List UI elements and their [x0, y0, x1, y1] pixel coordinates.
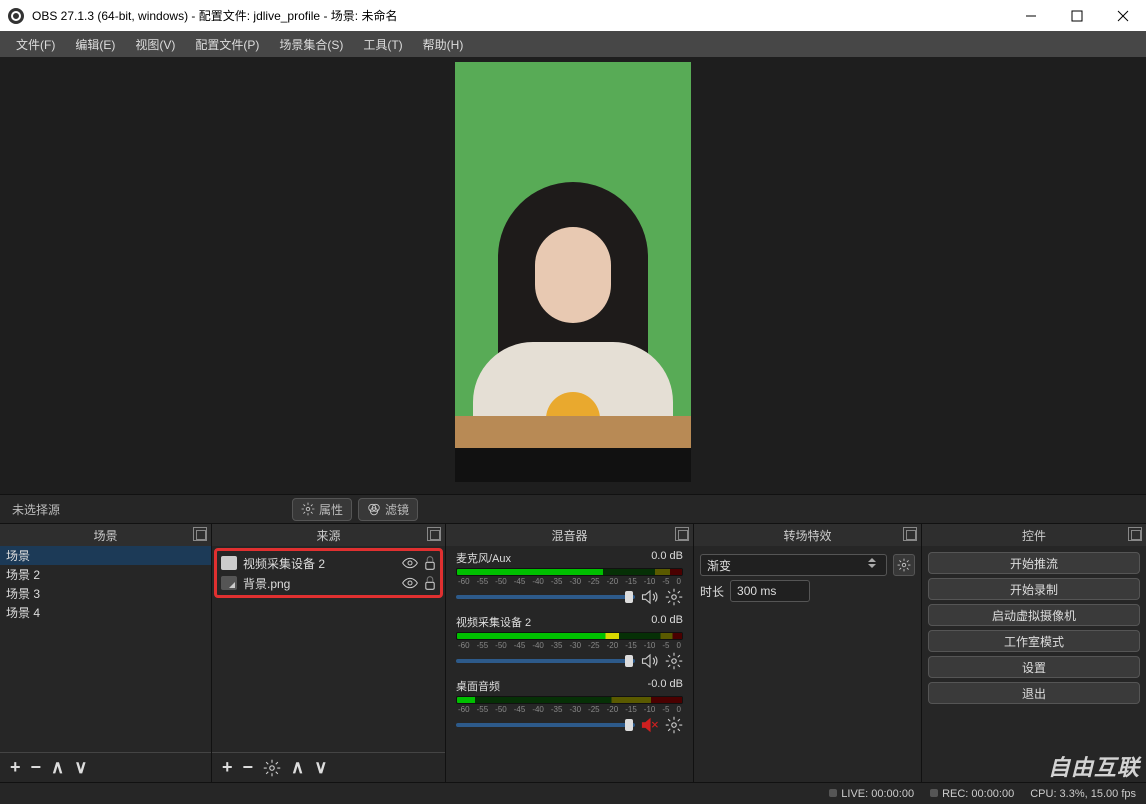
menu-view[interactable]: 视图(V) — [125, 36, 185, 53]
popout-icon[interactable] — [1128, 527, 1142, 541]
transition-settings-button[interactable] — [893, 554, 915, 576]
control-button[interactable]: 开始推流 — [928, 552, 1140, 574]
properties-button[interactable]: 属性 — [292, 498, 352, 521]
control-button[interactable]: 设置 — [928, 656, 1140, 678]
camera-icon — [221, 556, 237, 570]
watermark: 自由互联 — [1048, 750, 1140, 782]
menu-scenes[interactable]: 场景集合(S) — [269, 36, 353, 53]
volume-meter — [456, 632, 683, 640]
duration-label: 时长 — [700, 583, 724, 600]
sources-panel: 来源 视频采集设备 2 背景.png + − ∧ — [212, 524, 446, 782]
menu-profile[interactable]: 配置文件(P) — [185, 36, 269, 53]
popout-icon[interactable] — [903, 527, 917, 541]
control-button[interactable]: 退出 — [928, 682, 1140, 704]
mixer-channel: 麦克风/Aux0.0 dB -60-55-50-45-40-35-30-25-2… — [456, 550, 683, 606]
control-button[interactable]: 开始录制 — [928, 578, 1140, 600]
scene-item[interactable]: 场景 3 — [0, 584, 211, 603]
title-bar: OBS 27.1.3 (64-bit, windows) - 配置文件: jdl… — [0, 0, 1146, 31]
rec-dot-icon — [930, 789, 938, 797]
status-bar: LIVE: 00:00:00 REC: 00:00:00 CPU: 3.3%, … — [0, 782, 1146, 804]
image-icon — [221, 576, 237, 590]
remove-scene-button[interactable]: − — [31, 757, 42, 778]
remove-source-button[interactable]: − — [243, 757, 254, 778]
control-button[interactable]: 启动虚拟摄像机 — [928, 604, 1140, 626]
lock-icon[interactable] — [424, 556, 436, 570]
visibility-icon[interactable] — [402, 557, 418, 569]
add-scene-button[interactable]: + — [10, 757, 21, 778]
channel-settings-button[interactable] — [665, 652, 683, 670]
no-source-label: 未选择源 — [0, 501, 72, 518]
visibility-icon[interactable] — [402, 577, 418, 589]
move-down-button[interactable]: ∨ — [314, 757, 327, 778]
duration-spin[interactable]: 300 ms — [730, 580, 810, 602]
source-toolbar: 未选择源 属性 滤镜 — [0, 494, 1146, 524]
scene-item[interactable]: 场景 4 — [0, 603, 211, 622]
scene-item[interactable]: 场景 2 — [0, 565, 211, 584]
preview-area[interactable] — [0, 57, 1146, 494]
mixer-header: 混音器 — [446, 524, 693, 546]
scenes-list[interactable]: 场景 场景 2 场景 3 场景 4 — [0, 546, 211, 752]
channel-settings-button[interactable] — [665, 588, 683, 606]
minimize-button[interactable] — [1008, 0, 1054, 31]
add-source-button[interactable]: + — [222, 757, 233, 778]
channel-db: 0.0 dB — [651, 614, 683, 630]
scenes-panel: 场景 场景 场景 2 场景 3 场景 4 + − ∧ ∨ — [0, 524, 212, 782]
mixer-panel: 混音器 麦克风/Aux0.0 dB -60-55-50-45-40-35-30-… — [446, 524, 694, 782]
volume-slider[interactable] — [456, 659, 635, 663]
scene-item[interactable]: 场景 — [0, 546, 211, 565]
status-live: LIVE: 00:00:00 — [841, 788, 914, 800]
control-button[interactable]: 工作室模式 — [928, 630, 1140, 652]
source-item[interactable]: 背景.png — [219, 573, 438, 593]
channel-db: 0.0 dB — [651, 550, 683, 566]
menu-help[interactable]: 帮助(H) — [413, 36, 474, 53]
channel-name: 麦克风/Aux — [456, 550, 511, 566]
app-icon — [8, 8, 24, 24]
mute-button[interactable] — [641, 716, 659, 734]
controls-panel: 控件 开始推流开始录制启动虚拟摄像机工作室模式设置退出 — [922, 524, 1146, 782]
transitions-panel: 转场特效 渐变 时长 300 ms — [694, 524, 922, 782]
popout-icon[interactable] — [675, 527, 689, 541]
menu-edit[interactable]: 编辑(E) — [65, 36, 125, 53]
docks: 场景 场景 场景 2 场景 3 场景 4 + − ∧ ∨ 来源 视频采集设备 2 — [0, 524, 1146, 782]
mixer-channel: 桌面音频-0.0 dB -60-55-50-45-40-35-30-25-20-… — [456, 678, 683, 734]
status-rec: REC: 00:00:00 — [942, 788, 1014, 800]
mute-button[interactable] — [641, 652, 659, 670]
controls-header: 控件 — [922, 524, 1146, 546]
maximize-button[interactable] — [1054, 0, 1100, 31]
popout-icon[interactable] — [193, 527, 207, 541]
lock-icon[interactable] — [424, 576, 436, 590]
source-settings-button[interactable] — [263, 759, 281, 777]
volume-slider[interactable] — [456, 723, 635, 727]
preview-canvas[interactable] — [455, 62, 691, 482]
menu-tools[interactable]: 工具(T) — [353, 36, 412, 53]
move-up-button[interactable]: ∧ — [291, 757, 304, 778]
source-item[interactable]: 视频采集设备 2 — [219, 553, 438, 573]
channel-db: -0.0 dB — [648, 678, 683, 694]
live-dot-icon — [829, 789, 837, 797]
mute-button[interactable] — [641, 588, 659, 606]
filters-button[interactable]: 滤镜 — [358, 498, 418, 521]
close-button[interactable] — [1100, 0, 1146, 31]
menu-file[interactable]: 文件(F) — [6, 36, 65, 53]
volume-slider[interactable] — [456, 595, 635, 599]
channel-settings-button[interactable] — [665, 716, 683, 734]
menu-bar: 文件(F) 编辑(E) 视图(V) 配置文件(P) 场景集合(S) 工具(T) … — [0, 31, 1146, 57]
channel-name: 视频采集设备 2 — [456, 614, 531, 630]
move-down-button[interactable]: ∨ — [74, 757, 87, 778]
scenes-header: 场景 — [0, 524, 211, 546]
transitions-header: 转场特效 — [694, 524, 921, 546]
window-title: OBS 27.1.3 (64-bit, windows) - 配置文件: jdl… — [32, 7, 1008, 24]
move-up-button[interactable]: ∧ — [51, 757, 64, 778]
scenes-footer: + − ∧ ∨ — [0, 752, 211, 782]
transition-select[interactable]: 渐变 — [700, 554, 887, 576]
status-cpu: CPU: 3.3%, 15.00 fps — [1030, 788, 1136, 800]
volume-meter — [456, 568, 683, 576]
sources-header: 来源 — [212, 524, 445, 546]
popout-icon[interactable] — [427, 527, 441, 541]
volume-meter — [456, 696, 683, 704]
mixer-channel: 视频采集设备 20.0 dB -60-55-50-45-40-35-30-25-… — [456, 614, 683, 670]
channel-name: 桌面音频 — [456, 678, 500, 694]
sources-footer: + − ∧ ∨ — [212, 752, 445, 782]
highlight-box: 视频采集设备 2 背景.png — [214, 548, 443, 598]
